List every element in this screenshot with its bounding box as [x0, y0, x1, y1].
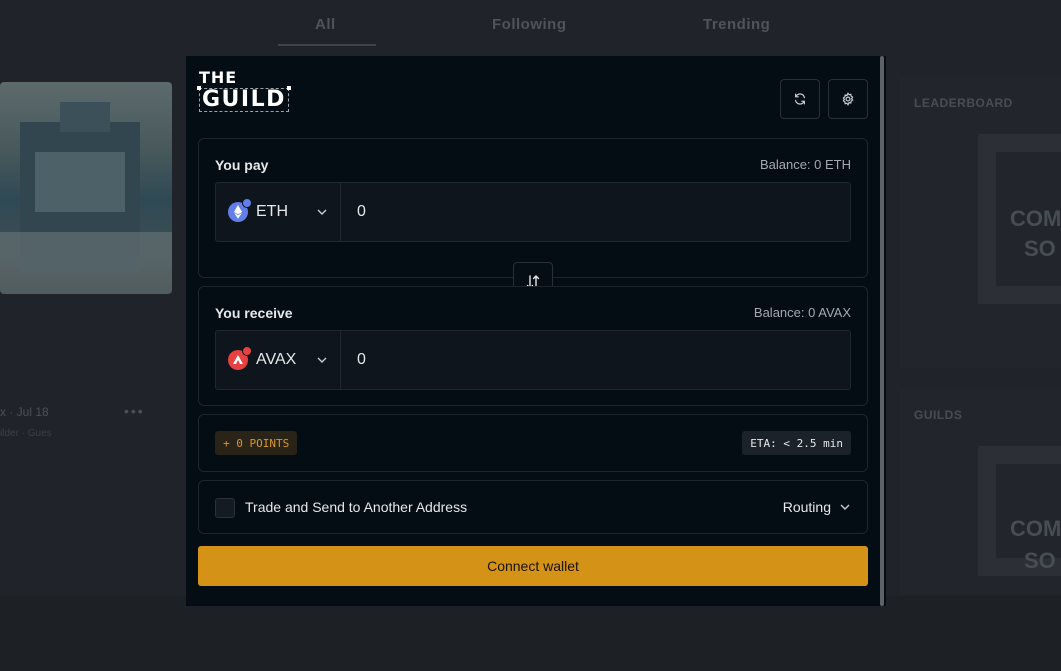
pay-token-select[interactable]: ETH [216, 183, 341, 241]
tab-following: Following [492, 16, 567, 33]
pay-balance: Balance: 0 ETH [759, 157, 851, 172]
refresh-button[interactable] [780, 79, 820, 119]
background-post-meta: x · Jul 18 [0, 405, 49, 419]
tab-all: All [315, 16, 336, 33]
chevron-down-icon [317, 357, 327, 363]
guilds-title: GUILDS [914, 408, 963, 422]
tab-underline [278, 44, 376, 46]
shield-text-2: SO [1024, 236, 1056, 261]
options-card: Trade and Send to Another Address Routin… [198, 480, 868, 534]
logo-line-1: THE [199, 68, 238, 87]
leaderboard-title: LEADERBOARD [914, 96, 1013, 110]
receive-token-name: AVAX [256, 351, 297, 368]
more-icon: ••• [124, 403, 145, 419]
settings-button[interactable] [828, 79, 868, 119]
points-badge: + 0 POINTS [215, 431, 298, 455]
background-artwork [0, 82, 172, 294]
info-card: + 0 POINTS ETA: < 2.5 min [198, 414, 868, 472]
send-to-address-checkbox[interactable] [215, 498, 235, 518]
background-tabs: All Following Trending [0, 0, 1061, 56]
swap-modal: THE GUILD You pay Balance: 0 ETH ETH 0 Y… [186, 56, 886, 606]
receive-card: You receive Balance: 0 AVAX AVAX [198, 286, 868, 406]
receive-amount-input[interactable] [341, 331, 850, 389]
refresh-icon [795, 93, 805, 105]
chevron-down-icon [840, 504, 850, 510]
receive-balance: Balance: 0 AVAX [753, 305, 851, 320]
connect-wallet-button[interactable]: Connect wallet [198, 546, 868, 586]
leaderboard-panel: LEADERBOARD COM SO [900, 78, 1061, 368]
pay-amount-input[interactable] [341, 183, 850, 241]
shield-text-3: COM [1010, 516, 1061, 541]
guild-logo: THE GUILD [197, 68, 307, 117]
receive-token-select[interactable]: AVAX [216, 331, 341, 389]
tab-trending: Trending [703, 16, 771, 33]
avax-icon [228, 346, 252, 370]
background-post-sub: ilder · Gues [0, 428, 52, 439]
guilds-panel: GUILDS COM SO [900, 390, 1061, 595]
receive-label: You receive [215, 305, 293, 321]
background-footer [0, 596, 1061, 671]
chevron-down-icon [317, 209, 327, 215]
pay-label: You pay [215, 157, 269, 173]
logo-line-2: GUILD [197, 86, 291, 112]
shield-text-1: COM [1010, 206, 1061, 231]
eth-icon [228, 198, 252, 222]
pay-card: You pay Balance: 0 ETH ETH [198, 138, 868, 278]
eta-badge: ETA: < 2.5 min [742, 431, 851, 455]
pay-token-row: ETH [215, 182, 851, 242]
pay-token-name: ETH [256, 203, 288, 220]
shield-text-4: SO [1024, 548, 1056, 573]
routing-toggle[interactable]: Routing [783, 499, 851, 515]
send-to-address-label[interactable]: Trade and Send to Another Address [245, 499, 467, 515]
routing-label: Routing [782, 499, 831, 515]
gear-icon [842, 92, 854, 106]
scrollbar[interactable] [880, 56, 884, 606]
receive-token-row: AVAX [215, 330, 851, 390]
